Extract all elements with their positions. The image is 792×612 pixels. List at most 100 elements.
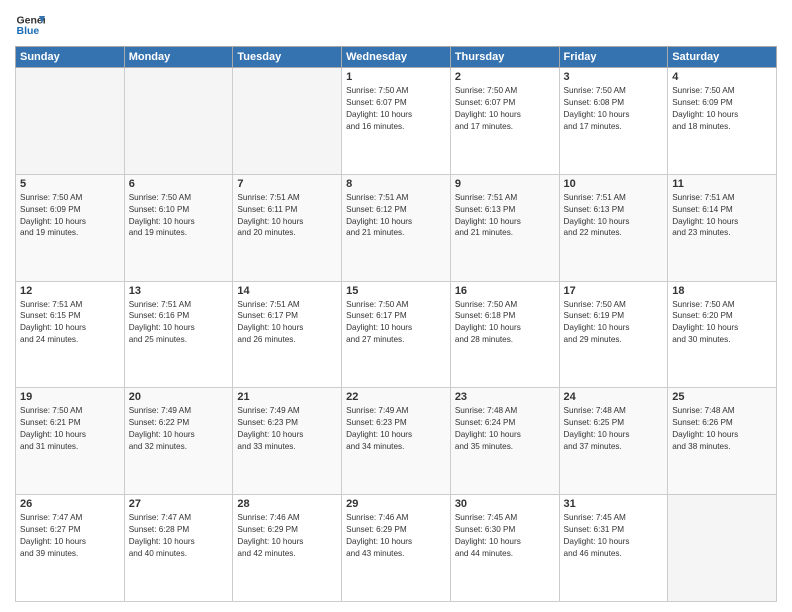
day-info: Sunrise: 7:51 AMSunset: 6:14 PMDaylight:… [672,192,772,240]
day-number: 4 [672,71,772,83]
day-info: Sunrise: 7:50 AMSunset: 6:21 PMDaylight:… [20,405,120,453]
calendar-week-row: 26 Sunrise: 7:47 AMSunset: 6:27 PMDayligh… [16,495,777,602]
day-number: 19 [20,391,120,403]
day-info: Sunrise: 7:45 AMSunset: 6:30 PMDaylight:… [455,512,555,560]
day-info: Sunrise: 7:47 AMSunset: 6:28 PMDaylight:… [129,512,229,560]
calendar-day-cell: 2Sunrise: 7:50 AMSunset: 6:07 PMDaylight… [450,68,559,175]
calendar-day-cell: 8 Sunrise: 7:51 AMSunset: 6:12 PMDaylight… [342,174,451,281]
calendar-day-cell: 5 Sunrise: 7:50 AMSunset: 6:09 PMDaylight… [16,174,125,281]
calendar-day-header: Tuesday [233,47,342,68]
day-info: Sunrise: 7:51 AMSunset: 6:16 PMDaylight:… [129,299,229,347]
calendar-day-cell: 27 Sunrise: 7:47 AMSunset: 6:28 PMDayligh… [124,495,233,602]
calendar-day-cell: 10 Sunrise: 7:51 AMSunset: 6:13 PMDayligh… [559,174,668,281]
calendar-day-cell: 3 Sunrise: 7:50 AMSunset: 6:08 PMDaylight… [559,68,668,175]
day-info: Sunrise: 7:50 AMSunset: 6:07 PMDaylight:… [346,85,446,133]
day-number: 27 [129,498,229,510]
calendar-week-row: 12 Sunrise: 7:51 AMSunset: 6:15 PMDayligh… [16,281,777,388]
day-number: 16 [455,285,555,297]
calendar-day-cell [16,68,125,175]
calendar-day-cell: 1Sunrise: 7:50 AMSunset: 6:07 PMDaylight… [342,68,451,175]
day-info: Sunrise: 7:51 AMSunset: 6:13 PMDaylight:… [455,192,555,240]
day-info: Sunrise: 7:51 AMSunset: 6:17 PMDaylight:… [237,299,337,347]
day-info: Sunrise: 7:49 AMSunset: 6:22 PMDaylight:… [129,405,229,453]
day-info: Sunrise: 7:51 AMSunset: 6:13 PMDaylight:… [564,192,664,240]
day-number: 18 [672,285,772,297]
calendar-day-cell: 6Sunrise: 7:50 AMSunset: 6:10 PMDaylight… [124,174,233,281]
day-info: Sunrise: 7:49 AMSunset: 6:23 PMDaylight:… [237,405,337,453]
calendar-day-cell: 15 Sunrise: 7:50 AMSunset: 6:17 PMDayligh… [342,281,451,388]
day-info: Sunrise: 7:48 AMSunset: 6:24 PMDaylight:… [455,405,555,453]
day-info: Sunrise: 7:50 AMSunset: 6:18 PMDaylight:… [455,299,555,347]
day-number: 7 [237,178,337,190]
calendar-day-cell [233,68,342,175]
calendar-day-cell: 19 Sunrise: 7:50 AMSunset: 6:21 PMDayligh… [16,388,125,495]
day-info: Sunrise: 7:46 AMSunset: 6:29 PMDaylight:… [237,512,337,560]
day-number: 20 [129,391,229,403]
calendar-day-header: Wednesday [342,47,451,68]
calendar-week-row: 19 Sunrise: 7:50 AMSunset: 6:21 PMDayligh… [16,388,777,495]
day-number: 28 [237,498,337,510]
day-info: Sunrise: 7:50 AMSunset: 6:19 PMDaylight:… [564,299,664,347]
day-info: Sunrise: 7:51 AMSunset: 6:11 PMDaylight:… [237,192,337,240]
day-info: Sunrise: 7:50 AMSunset: 6:09 PMDaylight:… [672,85,772,133]
day-number: 25 [672,391,772,403]
day-info: Sunrise: 7:48 AMSunset: 6:26 PMDaylight:… [672,405,772,453]
calendar-day-cell: 16 Sunrise: 7:50 AMSunset: 6:18 PMDayligh… [450,281,559,388]
calendar-day-cell: 30Sunrise: 7:45 AMSunset: 6:30 PMDayligh… [450,495,559,602]
day-info: Sunrise: 7:45 AMSunset: 6:31 PMDaylight:… [564,512,664,560]
calendar-day-header: Saturday [668,47,777,68]
day-info: Sunrise: 7:50 AMSunset: 6:17 PMDaylight:… [346,299,446,347]
page: General Blue SundayMondayTuesdayWednesda… [0,0,792,612]
calendar-day-cell [124,68,233,175]
calendar-day-cell: 13Sunrise: 7:51 AMSunset: 6:16 PMDayligh… [124,281,233,388]
day-info: Sunrise: 7:49 AMSunset: 6:23 PMDaylight:… [346,405,446,453]
day-number: 15 [346,285,446,297]
day-number: 11 [672,178,772,190]
day-info: Sunrise: 7:50 AMSunset: 6:10 PMDaylight:… [129,192,229,240]
calendar-day-cell: 14 Sunrise: 7:51 AMSunset: 6:17 PMDayligh… [233,281,342,388]
calendar-day-cell: 18 Sunrise: 7:50 AMSunset: 6:20 PMDayligh… [668,281,777,388]
calendar-day-cell: 29Sunrise: 7:46 AMSunset: 6:29 PMDayligh… [342,495,451,602]
calendar-day-cell: 4 Sunrise: 7:50 AMSunset: 6:09 PMDaylight… [668,68,777,175]
day-number: 5 [20,178,120,190]
calendar-table: SundayMondayTuesdayWednesdayThursdayFrid… [15,46,777,602]
day-info: Sunrise: 7:50 AMSunset: 6:08 PMDaylight:… [564,85,664,133]
calendar-day-cell: 9 Sunrise: 7:51 AMSunset: 6:13 PMDaylight… [450,174,559,281]
calendar-day-cell: 26 Sunrise: 7:47 AMSunset: 6:27 PMDayligh… [16,495,125,602]
day-number: 12 [20,285,120,297]
day-number: 8 [346,178,446,190]
calendar-day-cell: 22 Sunrise: 7:49 AMSunset: 6:23 PMDayligh… [342,388,451,495]
day-info: Sunrise: 7:48 AMSunset: 6:25 PMDaylight:… [564,405,664,453]
day-info: Sunrise: 7:47 AMSunset: 6:27 PMDaylight:… [20,512,120,560]
day-number: 3 [564,71,664,83]
day-number: 26 [20,498,120,510]
calendar-day-cell: 24 Sunrise: 7:48 AMSunset: 6:25 PMDayligh… [559,388,668,495]
day-info: Sunrise: 7:46 AMSunset: 6:29 PMDaylight:… [346,512,446,560]
calendar-day-cell: 20 Sunrise: 7:49 AMSunset: 6:22 PMDayligh… [124,388,233,495]
day-number: 9 [455,178,555,190]
calendar-day-header: Monday [124,47,233,68]
day-info: Sunrise: 7:51 AMSunset: 6:12 PMDaylight:… [346,192,446,240]
day-info: Sunrise: 7:50 AMSunset: 6:20 PMDaylight:… [672,299,772,347]
calendar-day-cell: 23 Sunrise: 7:48 AMSunset: 6:24 PMDayligh… [450,388,559,495]
day-number: 31 [564,498,664,510]
day-number: 24 [564,391,664,403]
day-number: 23 [455,391,555,403]
calendar-day-header: Thursday [450,47,559,68]
day-info: Sunrise: 7:51 AMSunset: 6:15 PMDaylight:… [20,299,120,347]
day-number: 22 [346,391,446,403]
calendar-day-cell: 17Sunrise: 7:50 AMSunset: 6:19 PMDayligh… [559,281,668,388]
calendar-day-cell: 21Sunrise: 7:49 AMSunset: 6:23 PMDayligh… [233,388,342,495]
calendar-day-cell: 12 Sunrise: 7:51 AMSunset: 6:15 PMDayligh… [16,281,125,388]
day-number: 10 [564,178,664,190]
logo-icon: General Blue [15,10,45,40]
day-number: 14 [237,285,337,297]
calendar-week-row: 1Sunrise: 7:50 AMSunset: 6:07 PMDaylight… [16,68,777,175]
calendar-day-cell: 7 Sunrise: 7:51 AMSunset: 6:11 PMDaylight… [233,174,342,281]
day-info: Sunrise: 7:50 AMSunset: 6:07 PMDaylight:… [455,85,555,133]
calendar-day-cell: 31 Sunrise: 7:45 AMSunset: 6:31 PMDayligh… [559,495,668,602]
header: General Blue [15,10,777,40]
svg-text:Blue: Blue [17,25,40,37]
day-info: Sunrise: 7:50 AMSunset: 6:09 PMDaylight:… [20,192,120,240]
calendar-day-cell: 25 Sunrise: 7:48 AMSunset: 6:26 PMDayligh… [668,388,777,495]
